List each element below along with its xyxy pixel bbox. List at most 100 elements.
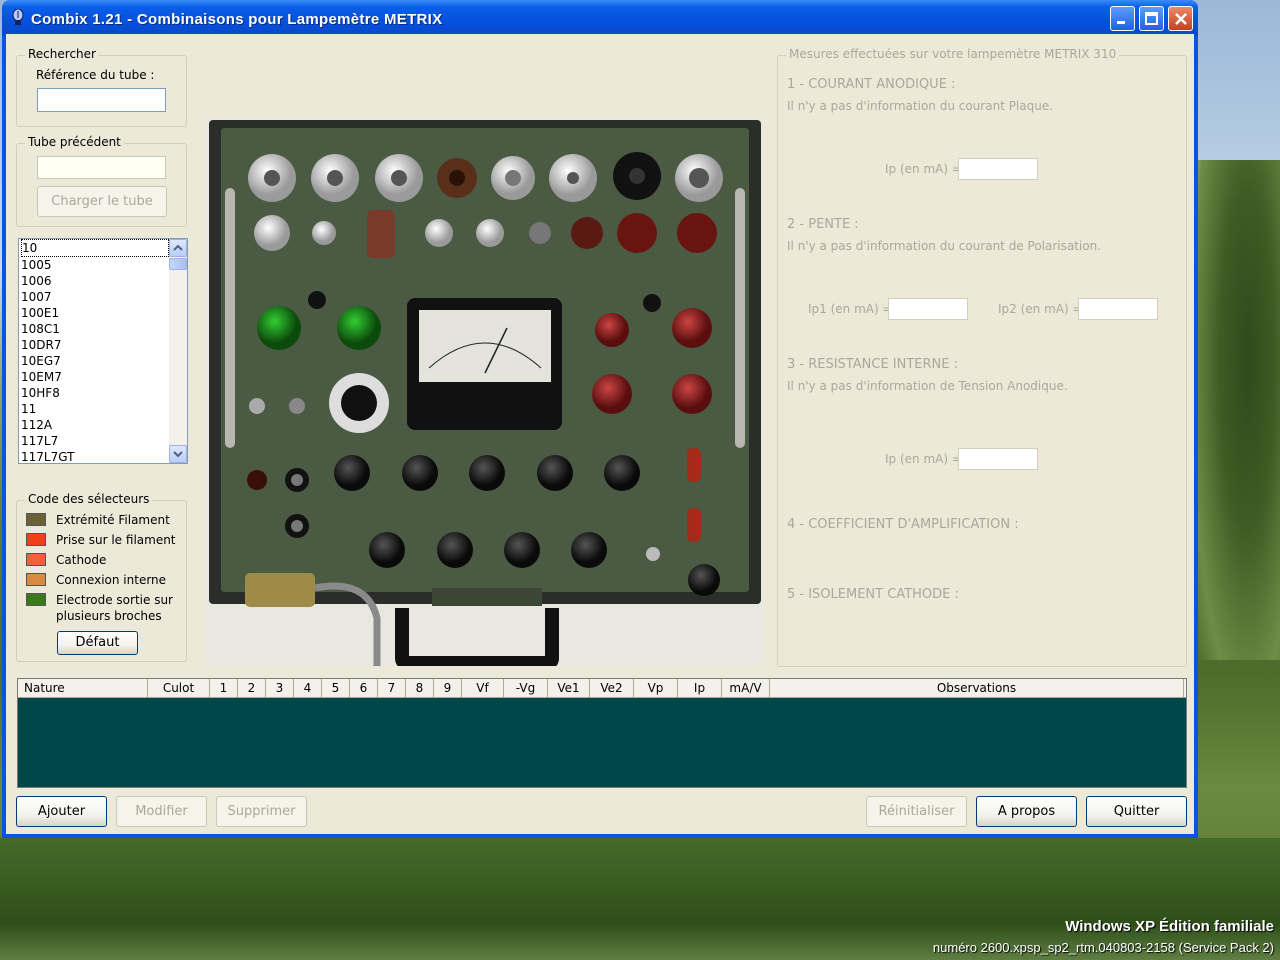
anode-current-text: Il n'y a pas d'information du courant Pl… — [787, 99, 1054, 113]
tube-list-item[interactable]: 11 — [21, 401, 169, 417]
swatch-cathode — [26, 553, 46, 566]
legend-filament-tap: Prise sur le filament — [56, 533, 176, 547]
scroll-up-icon — [173, 244, 183, 251]
tube-tester-illustration — [207, 118, 763, 666]
tube-list-item[interactable]: 10EM7 — [21, 369, 169, 385]
column-header[interactable]: Culot — [148, 679, 210, 697]
legend-multi-pin-electrode: Electrode sortie sur — [56, 593, 173, 607]
anode-current-ip-input[interactable] — [958, 158, 1038, 180]
column-header[interactable]: 1 — [210, 679, 238, 697]
slope-ip2-input[interactable] — [1078, 298, 1158, 320]
tube-reference-input[interactable] — [37, 88, 166, 112]
app-window: Combix 1.21 - Combinaisons pour Lampemèt… — [2, 0, 1198, 838]
modify-button[interactable]: Modifier — [116, 796, 207, 827]
column-header[interactable]: Ve2 — [590, 679, 634, 697]
column-header[interactable]: Ip — [678, 679, 722, 697]
measurements-group: Mesures effectuées sur votre lampemètre … — [777, 47, 1187, 667]
slope-ip2-label: Ip2 (en mA) = — [998, 302, 1083, 316]
anode-current-title: 1 - COURANT ANODIQUE : — [787, 77, 956, 92]
os-edition-label: Windows XP Édition familiale — [1065, 918, 1274, 935]
anode-current-ip-label: Ip (en mA) = — [885, 162, 962, 176]
search-group: Rechercher Référence du tube : — [16, 47, 187, 127]
tube-list-item[interactable]: 10EG7 — [21, 353, 169, 369]
column-header[interactable]: Nature — [18, 679, 148, 697]
column-header[interactable]: 8 — [406, 679, 434, 697]
column-header[interactable]: Observations — [770, 679, 1184, 697]
scroll-down-button[interactable] — [169, 445, 187, 463]
minimize-icon — [1117, 21, 1125, 24]
tube-list-item[interactable]: 117L7GT — [21, 449, 169, 463]
column-header[interactable]: 2 — [238, 679, 266, 697]
title-bar[interactable]: Combix 1.21 - Combinaisons pour Lampemèt… — [2, 0, 1198, 36]
tube-list-scrollbar[interactable] — [169, 239, 187, 463]
tube-list[interactable]: 10 1005 1006 1007 100E1 108C1 10DR7 10EG7 10EM7 1… — [18, 238, 188, 464]
tube-list-items: 10 1005 1006 1007 100E1 108C1 10DR7 10EG7 10EM7 1… — [19, 239, 169, 463]
window-title: Combix 1.21 - Combinaisons pour Lampemèt… — [31, 11, 443, 28]
quit-button[interactable]: Quitter — [1086, 796, 1187, 827]
tube-list-item[interactable]: 1007 — [21, 289, 169, 305]
desktop-trees — [1198, 160, 1280, 660]
swatch-multi-pin-electrode — [26, 593, 46, 606]
slope-title: 2 - PENTE : — [787, 217, 859, 232]
tube-list-item[interactable]: 117L7 — [21, 433, 169, 449]
table-body[interactable] — [18, 698, 1186, 787]
reset-button[interactable]: Réinitialiser — [866, 796, 967, 827]
load-tube-button[interactable]: Charger le tube — [37, 186, 167, 217]
scroll-thumb[interactable] — [169, 258, 187, 270]
tube-list-item[interactable]: 108C1 — [21, 321, 169, 337]
minimize-button[interactable] — [1110, 6, 1135, 31]
search-group-title: Rechercher — [25, 47, 99, 61]
maximize-icon — [1145, 12, 1158, 25]
column-header[interactable]: 7 — [378, 679, 406, 697]
tube-list-item[interactable]: 100E1 — [21, 305, 169, 321]
tube-list-item[interactable]: 10HF8 — [21, 385, 169, 401]
scroll-up-button[interactable] — [169, 239, 187, 257]
delete-button[interactable]: Supprimer — [216, 796, 307, 827]
legend-multi-pin-electrode-line2: plusieurs broches — [56, 609, 162, 623]
swatch-filament-end — [26, 513, 46, 526]
close-button[interactable] — [1168, 6, 1193, 31]
selector-codes-group-title: Code des sélecteurs — [25, 492, 153, 506]
tube-list-item[interactable]: 1006 — [21, 273, 169, 289]
column-header[interactable]: Vp — [634, 679, 678, 697]
legend-filament-end: Extrémité Filament — [56, 513, 170, 527]
slope-ip1-input[interactable] — [888, 298, 968, 320]
tube-list-item[interactable]: 10 — [21, 239, 169, 257]
tube-list-item[interactable]: 10DR7 — [21, 337, 169, 353]
slope-ip1-label: Ip1 (en mA) = — [808, 302, 893, 316]
column-header[interactable]: -Vg — [504, 679, 548, 697]
combinations-table[interactable]: Nature Culot 1 2 3 4 5 6 7 8 9 Vf -Vg Ve1 Ve2 Vp Ip mA/V O… — [17, 678, 1187, 788]
column-header[interactable]: 4 — [294, 679, 322, 697]
column-header[interactable]: 3 — [266, 679, 294, 697]
table-header: Nature Culot 1 2 3 4 5 6 7 8 9 Vf -Vg Ve1 Ve2 Vp Ip mA/V O… — [18, 679, 1186, 698]
internal-resistance-ip-label: Ip (en mA) = — [885, 452, 962, 466]
previous-tube-group: Tube précédent Charger le tube — [16, 135, 187, 227]
legend-cathode: Cathode — [56, 553, 107, 567]
os-build-label: numéro 2600.xpsp_sp2_rtm.040803-2158 (Se… — [932, 940, 1274, 955]
tube-list-item[interactable]: 1005 — [21, 257, 169, 273]
column-header[interactable]: 6 — [350, 679, 378, 697]
internal-resistance-title: 3 - RESISTANCE INTERNE : — [787, 357, 958, 372]
internal-resistance-ip-input[interactable] — [958, 448, 1038, 470]
column-header[interactable]: Vf — [462, 679, 504, 697]
maximize-button[interactable] — [1139, 6, 1164, 31]
column-header[interactable]: mA/V — [722, 679, 770, 697]
swatch-filament-tap — [26, 533, 46, 546]
column-header[interactable]: Ve1 — [548, 679, 590, 697]
client-area: Rechercher Référence du tube : Tube préc… — [6, 34, 1194, 834]
about-button[interactable]: A propos — [976, 796, 1077, 827]
slope-text: Il n'y a pas d'information du courant de… — [787, 239, 1102, 253]
cathode-isolation-title: 5 - ISOLEMENT CATHODE : — [787, 587, 959, 602]
add-button[interactable]: Ajouter — [16, 796, 107, 827]
scroll-down-icon — [173, 451, 183, 458]
default-button[interactable]: Défaut — [57, 631, 138, 655]
amplification-title: 4 - COEFFICIENT D'AMPLIFICATION : — [787, 517, 1019, 532]
swatch-internal-connection — [26, 573, 46, 586]
column-header[interactable]: 5 — [322, 679, 350, 697]
previous-tube-field — [37, 156, 166, 179]
measurements-group-title: Mesures effectuées sur votre lampemètre … — [786, 47, 1120, 61]
previous-tube-group-title: Tube précédent — [25, 135, 124, 149]
tube-list-item[interactable]: 112A — [21, 417, 169, 433]
legend-internal-connection: Connexion interne — [56, 573, 167, 587]
column-header[interactable]: 9 — [434, 679, 462, 697]
